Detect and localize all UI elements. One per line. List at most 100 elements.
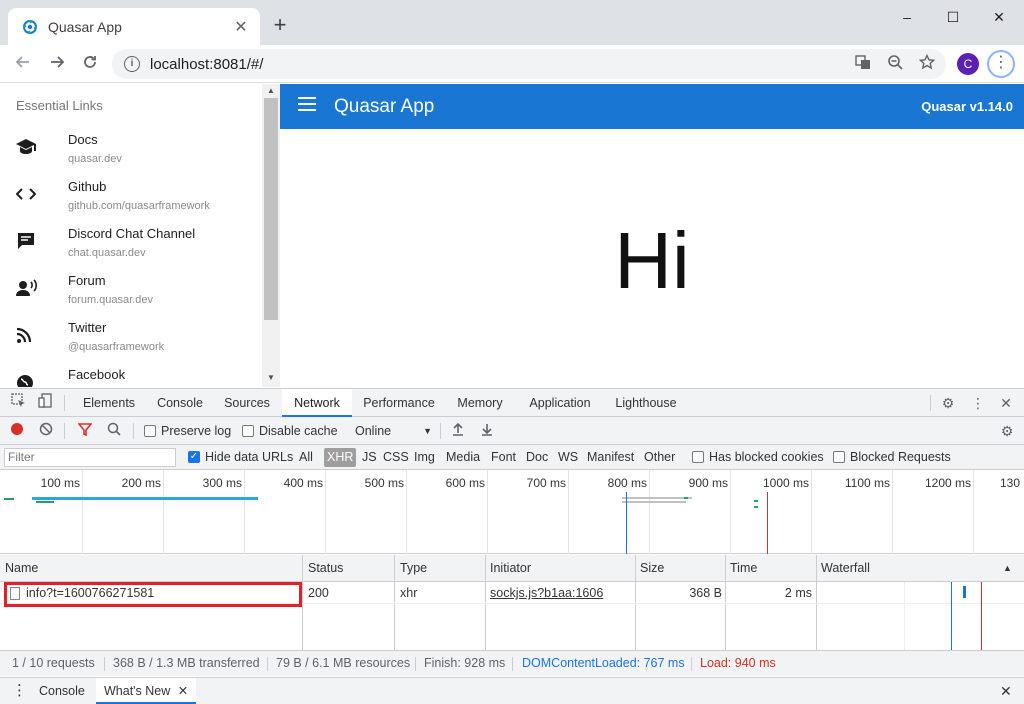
- scroll-down-arrow-icon[interactable]: ▼: [262, 371, 280, 385]
- tick-label: 300 ms: [202, 476, 242, 490]
- filter-type-doc[interactable]: Doc: [523, 448, 551, 467]
- bookmark-star-icon[interactable]: [914, 53, 940, 74]
- drawer-tab-console[interactable]: Console: [39, 678, 85, 704]
- link-item-docs[interactable]: Docs quasar.dev: [0, 126, 262, 173]
- tab-close-icon[interactable]: ✕: [232, 17, 250, 37]
- request-status: 200: [308, 586, 329, 600]
- address-bar[interactable]: i localhost:8081/#/: [112, 49, 946, 79]
- browser-menu-icon[interactable]: ⋮: [987, 50, 1015, 78]
- devtools-more-icon[interactable]: ⋮: [968, 393, 988, 413]
- filter-type-ws[interactable]: WS: [555, 448, 581, 467]
- link-title: Discord Chat Channel: [68, 226, 196, 241]
- link-caption: chat.quasar.dev: [68, 247, 146, 259]
- inspect-element-icon[interactable]: [8, 393, 28, 413]
- filter-type-css[interactable]: CSS: [380, 448, 412, 467]
- tab-network[interactable]: Network: [282, 389, 352, 417]
- column-header-time[interactable]: Time: [725, 555, 815, 582]
- tab-title: Quasar App: [48, 18, 122, 35]
- request-time: 2 ms: [784, 586, 812, 600]
- settings-gear-icon[interactable]: ⚙: [938, 393, 958, 413]
- filter-type-xhr[interactable]: XHR: [324, 448, 357, 467]
- search-icon[interactable]: [104, 421, 124, 441]
- reload-icon[interactable]: [77, 51, 103, 77]
- column-header-size[interactable]: Size: [635, 555, 725, 582]
- column-header-initiator[interactable]: Initiator: [485, 555, 635, 582]
- tab-console[interactable]: Console: [148, 389, 212, 417]
- tab-elements[interactable]: Elements: [74, 389, 144, 417]
- tab-sources[interactable]: Sources: [216, 389, 278, 417]
- filter-type-img[interactable]: Img: [411, 448, 438, 467]
- column-header-name[interactable]: Name: [0, 555, 302, 582]
- tab-memory[interactable]: Memory: [446, 389, 514, 417]
- highlight-box: [4, 582, 302, 607]
- network-settings-icon[interactable]: ⚙: [997, 421, 1017, 441]
- devtools-close-icon[interactable]: ✕: [996, 393, 1016, 413]
- preserve-log-checkbox[interactable]: Preserve log: [144, 424, 231, 438]
- minimize-button[interactable]: –: [884, 6, 930, 28]
- tab-application[interactable]: Application: [518, 389, 602, 417]
- profile-avatar[interactable]: C: [957, 53, 979, 75]
- summary-requests: 1 / 10 requests: [12, 656, 95, 670]
- network-overview[interactable]: 100 ms 200 ms 300 ms 400 ms 500 ms 600 m…: [0, 470, 1024, 554]
- browser-toolbar: i localhost:8081/#/: [0, 45, 1024, 83]
- throttling-select[interactable]: Online ▼: [355, 424, 432, 438]
- scroll-up-arrow-icon[interactable]: ▲: [262, 84, 280, 98]
- filter-type-other[interactable]: Other: [641, 448, 678, 467]
- device-toolbar-icon[interactable]: [35, 393, 55, 413]
- disable-cache-checkbox[interactable]: Disable cache: [242, 424, 338, 438]
- drawer-scrollbar[interactable]: ▲ ▼: [262, 84, 280, 387]
- request-initiator-link[interactable]: sockjs.js?b1aa:1606: [490, 582, 630, 604]
- has-blocked-cookies-checkbox[interactable]: Has blocked cookies: [692, 450, 824, 464]
- drawer-tab-whats-new[interactable]: What's New ✕: [96, 678, 197, 704]
- filter-type-font[interactable]: Font: [488, 448, 519, 467]
- page-content: Hi: [280, 129, 1024, 387]
- link-item-forum[interactable]: Forum forum.quasar.dev: [0, 267, 262, 314]
- tick-label: 1000 ms: [762, 476, 809, 490]
- tick-label: 400 ms: [283, 476, 323, 490]
- scrollbar-thumb[interactable]: [264, 98, 278, 320]
- column-header-status[interactable]: Status: [303, 555, 394, 582]
- blocked-requests-checkbox[interactable]: Blocked Requests: [833, 450, 951, 464]
- tab-lighthouse[interactable]: Lighthouse: [606, 389, 686, 417]
- link-item-github[interactable]: Github github.com/quasarframework: [0, 173, 262, 220]
- filter-type-all[interactable]: All: [296, 448, 316, 467]
- forward-arrow-icon[interactable]: [44, 51, 70, 77]
- drawer-close-icon[interactable]: ✕: [1000, 678, 1012, 704]
- link-item-discord[interactable]: Discord Chat Channel chat.quasar.dev: [0, 220, 262, 267]
- menu-hamburger-icon[interactable]: [298, 97, 316, 111]
- translate-icon[interactable]: [850, 54, 876, 74]
- record-icon[interactable]: [7, 421, 27, 441]
- clear-icon[interactable]: [36, 421, 56, 441]
- tick-label: 130: [1000, 476, 1021, 490]
- zoom-icon[interactable]: [882, 54, 908, 74]
- link-item-facebook[interactable]: Facebook: [0, 361, 262, 387]
- window-close-button[interactable]: ✕: [976, 6, 1022, 28]
- export-har-icon[interactable]: [477, 421, 497, 441]
- tick-label: 1100 ms: [844, 476, 890, 490]
- filter-funnel-icon[interactable]: [75, 421, 95, 441]
- drawer-menu-icon[interactable]: ⋮: [12, 678, 27, 704]
- column-header-waterfall[interactable]: Waterfall: [816, 555, 996, 582]
- link-item-twitter[interactable]: Twitter @quasarframework: [0, 314, 262, 361]
- filter-type-manifest[interactable]: Manifest: [584, 448, 637, 467]
- import-har-icon[interactable]: [448, 421, 468, 441]
- drawer-tab-close-icon[interactable]: ✕: [178, 684, 188, 698]
- browser-tab[interactable]: Quasar App ✕: [8, 8, 260, 45]
- summary-transferred: 368 B / 1.3 MB transferred: [113, 656, 260, 670]
- hide-data-urls-checkbox[interactable]: ✓ Hide data URLs: [188, 450, 293, 464]
- new-tab-button[interactable]: +: [268, 14, 292, 38]
- site-info-icon[interactable]: i: [124, 56, 140, 72]
- request-size: 368 B: [689, 586, 722, 600]
- essential-links-drawer: Essential Links Docs quasar.dev Github g…: [0, 84, 262, 387]
- filter-type-media[interactable]: Media: [443, 448, 483, 467]
- filter-type-js[interactable]: JS: [359, 448, 380, 467]
- load-marker-line: [767, 492, 768, 554]
- filter-input[interactable]: Filter: [4, 448, 176, 467]
- back-arrow-icon[interactable]: [10, 51, 36, 77]
- maximize-button[interactable]: ☐: [930, 6, 976, 28]
- sort-up-arrow-icon[interactable]: ▲: [998, 555, 1018, 582]
- column-header-type[interactable]: Type: [395, 555, 485, 582]
- link-title: Github: [68, 179, 107, 194]
- tab-performance[interactable]: Performance: [356, 389, 442, 417]
- link-title: Facebook: [68, 367, 126, 382]
